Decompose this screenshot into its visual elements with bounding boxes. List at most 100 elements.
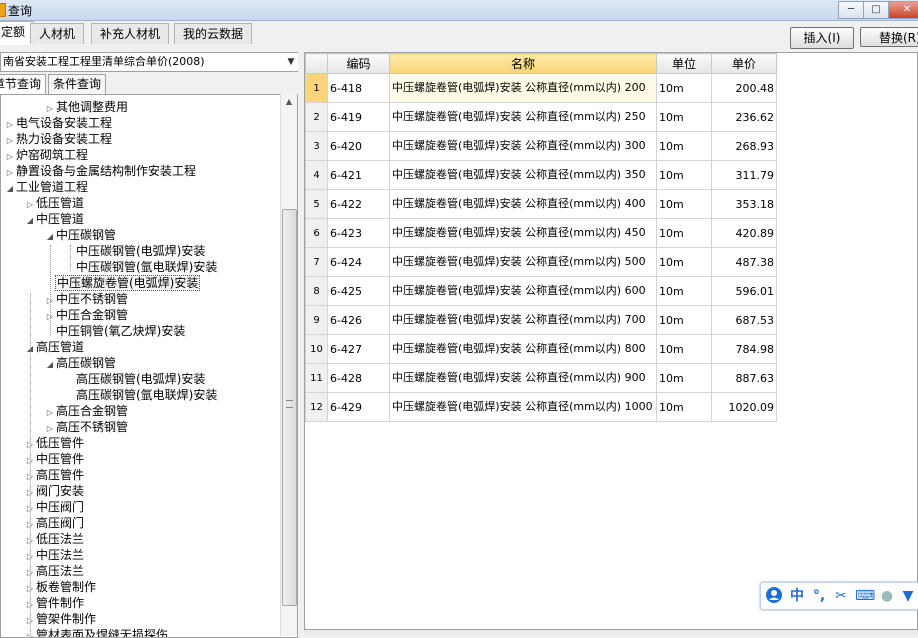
scroll-thumb[interactable] <box>282 209 297 606</box>
replace-button[interactable]: 替换(R) <box>860 27 918 47</box>
tree-node[interactable]: ▷ 管材表面及焊缝无损探伤 <box>25 627 169 637</box>
cell-name[interactable]: 中压螺旋卷管(电弧焊)安装 公称直径(mm以内) 700 <box>389 305 657 335</box>
tree-node[interactable]: ▷ 中压法兰 <box>25 547 85 563</box>
header-name[interactable]: 名称 <box>389 53 657 74</box>
tree-node[interactable]: ◢ 中压管道 <box>25 211 85 227</box>
tree-node[interactable]: ▷ 高压合金钢管 <box>45 403 129 419</box>
ime-punct-toggle[interactable]: °, <box>809 586 829 606</box>
row-number[interactable]: 9 <box>305 305 328 335</box>
cell-price[interactable]: 887.63 <box>711 363 777 393</box>
chapter-tree[interactable]: ▷ 其他调整费用 ▷ 电气设备安装工程 ▷ 热力设备安装工程 ▷ 炉窑砌筑工程 ▷ 静置设备与金属… <box>0 94 298 638</box>
row-number[interactable]: 5 <box>305 189 328 219</box>
insert-button[interactable]: 插入(I) <box>790 27 854 49</box>
collapse-icon[interactable]: ◢ <box>45 229 55 245</box>
table-row[interactable]: 1 6-418 中压螺旋卷管(电弧焊)安装 公称直径(mm以内) 200 10m 200… <box>305 73 777 103</box>
cell-code[interactable]: 6-426 <box>327 305 390 335</box>
cell-unit[interactable]: 10m <box>656 73 712 103</box>
cell-code[interactable]: 6-419 <box>327 102 390 132</box>
tree-node[interactable]: ▷ 低压管道 <box>25 195 85 211</box>
tree-node[interactable]: ▷ 板卷管制作 <box>25 579 97 595</box>
tree-node[interactable]: ▷ 高压法兰 <box>25 563 85 579</box>
cell-name[interactable]: 中压螺旋卷管(电弧焊)安装 公称直径(mm以内) 300 <box>389 131 657 161</box>
tree-node[interactable]: ▷ 中压合金钢管 <box>45 307 129 323</box>
cell-price[interactable]: 353.18 <box>711 189 777 219</box>
tree-node[interactable]: ◢ 高压碳钢管 <box>45 355 117 371</box>
tree-node[interactable]: 中压螺旋卷管(电弧焊)安装 <box>45 275 201 291</box>
row-number[interactable]: 12 <box>305 392 328 422</box>
cell-code[interactable]: 6-429 <box>327 392 390 422</box>
chevron-down-icon[interactable]: ▼ <box>283 53 299 71</box>
cell-unit[interactable]: 10m <box>656 160 712 190</box>
tree-node[interactable]: 中压碳钢管(氩电联焊)安装 <box>65 259 218 275</box>
tab-condition-query[interactable]: 条件查询 <box>48 74 107 94</box>
tab-buchong-rencaiji[interactable]: 补充人材机 <box>91 23 170 44</box>
tree-node[interactable]: ▷ 低压法兰 <box>25 531 85 547</box>
tab-chapter-query[interactable]: 章节查询 <box>0 74 47 94</box>
cell-unit[interactable]: 10m <box>656 102 712 132</box>
cell-price[interactable]: 420.89 <box>711 218 777 248</box>
row-number[interactable]: 10 <box>305 334 328 364</box>
row-number[interactable]: 11 <box>305 363 328 393</box>
header-unit[interactable]: 单位 <box>656 53 712 74</box>
cell-code[interactable]: 6-418 <box>327 73 390 103</box>
tree-node[interactable]: ▷ 高压管件 <box>25 467 85 483</box>
tree-node[interactable]: ▷ 阀门安装 <box>25 483 85 499</box>
tree-node[interactable]: 高压碳钢管(电弧焊)安装 <box>65 371 206 387</box>
keyboard-icon[interactable]: ⌨ <box>855 586 875 606</box>
table-row[interactable]: 6 6-423 中压螺旋卷管(电弧焊)安装 公称直径(mm以内) 450 10m 420… <box>305 218 777 248</box>
tree-node[interactable]: ▷ 炉窑砌筑工程 <box>5 147 89 163</box>
row-number[interactable]: 4 <box>305 160 328 190</box>
cell-code[interactable]: 6-428 <box>327 363 390 393</box>
tree-node[interactable]: ◢ 高压管道 <box>25 339 85 355</box>
cell-unit[interactable]: 10m <box>656 189 712 219</box>
ime-mode-toggle[interactable]: 中 <box>787 586 807 606</box>
table-row[interactable]: 4 6-421 中压螺旋卷管(电弧焊)安装 公称直径(mm以内) 350 10m 311… <box>305 160 777 190</box>
cell-code[interactable]: 6-420 <box>327 131 390 161</box>
maximize-button[interactable]: □ <box>863 1 889 19</box>
collapse-icon[interactable]: ◢ <box>5 181 15 197</box>
cell-unit[interactable]: 10m <box>656 334 712 364</box>
table-row[interactable]: 9 6-426 中压螺旋卷管(电弧焊)安装 公称直径(mm以内) 700 10m 687… <box>305 305 777 335</box>
cell-price[interactable]: 596.01 <box>711 276 777 306</box>
cell-name[interactable]: 中压螺旋卷管(电弧焊)安装 公称直径(mm以内) 600 <box>389 276 657 306</box>
cell-code[interactable]: 6-425 <box>327 276 390 306</box>
tree-node[interactable]: ▷ 中压阀门 <box>25 499 85 515</box>
tree-node[interactable]: ▷ 高压不锈钢管 <box>45 419 129 435</box>
tree-node[interactable]: 高压碳钢管(氩电联焊)安装 <box>65 387 218 403</box>
header-price[interactable]: 单价 <box>711 53 777 74</box>
scroll-up-icon[interactable]: ▲ <box>281 94 297 110</box>
cell-price[interactable]: 311.79 <box>711 160 777 190</box>
close-button[interactable]: ✕ <box>888 1 918 19</box>
tree-node[interactable]: ▷ 低压管件 <box>25 435 85 451</box>
cell-price[interactable]: 487.38 <box>711 247 777 277</box>
collapse-icon[interactable]: ◢ <box>25 213 35 229</box>
table-row[interactable]: 8 6-425 中压螺旋卷管(电弧焊)安装 公称直径(mm以内) 600 10m 596… <box>305 276 777 306</box>
tree-scrollbar[interactable]: ▲ <box>280 94 297 636</box>
cell-name[interactable]: 中压螺旋卷管(电弧焊)安装 公称直径(mm以内) 800 <box>389 334 657 364</box>
table-row[interactable]: 12 6-429 中压螺旋卷管(电弧焊)安装 公称直径(mm以内) 1000 10m 1… <box>305 392 777 422</box>
minimize-button[interactable]: ─ <box>838 1 864 19</box>
tree-node[interactable]: ▷ 管架件制作 <box>25 611 97 627</box>
cell-unit[interactable]: 10m <box>656 131 712 161</box>
scissors-icon[interactable]: ✂ <box>831 586 851 606</box>
tree-node[interactable]: ▷ 其他调整费用 <box>45 99 129 115</box>
tree-node[interactable]: 中压碳钢管(电弧焊)安装 <box>65 243 206 259</box>
cell-code[interactable]: 6-422 <box>327 189 390 219</box>
skin-icon[interactable]: ▼ <box>899 586 917 606</box>
cell-unit[interactable]: 10m <box>656 276 712 306</box>
tree-node[interactable]: ▷ 管件制作 <box>25 595 85 611</box>
cell-price[interactable]: 200.48 <box>711 73 777 103</box>
cell-price[interactable]: 1020.09 <box>711 392 777 422</box>
tree-node[interactable]: ◢ 工业管道工程 <box>5 179 89 195</box>
user-icon[interactable]: ● <box>877 586 897 606</box>
cell-price[interactable]: 784.98 <box>711 334 777 364</box>
collapse-icon[interactable]: ◢ <box>45 357 55 373</box>
tree-node[interactable]: ◢ 中压碳钢管 <box>45 227 117 243</box>
cell-code[interactable]: 6-423 <box>327 218 390 248</box>
table-row[interactable]: 7 6-424 中压螺旋卷管(电弧焊)安装 公称直径(mm以内) 500 10m 487… <box>305 247 777 277</box>
cell-unit[interactable]: 10m <box>656 392 712 422</box>
cell-unit[interactable]: 10m <box>656 305 712 335</box>
tree-node[interactable]: ▷ 热力设备安装工程 <box>5 131 113 147</box>
cell-name[interactable]: 中压螺旋卷管(电弧焊)安装 公称直径(mm以内) 250 <box>389 102 657 132</box>
tree-node[interactable]: ▷ 中压管件 <box>25 451 85 467</box>
